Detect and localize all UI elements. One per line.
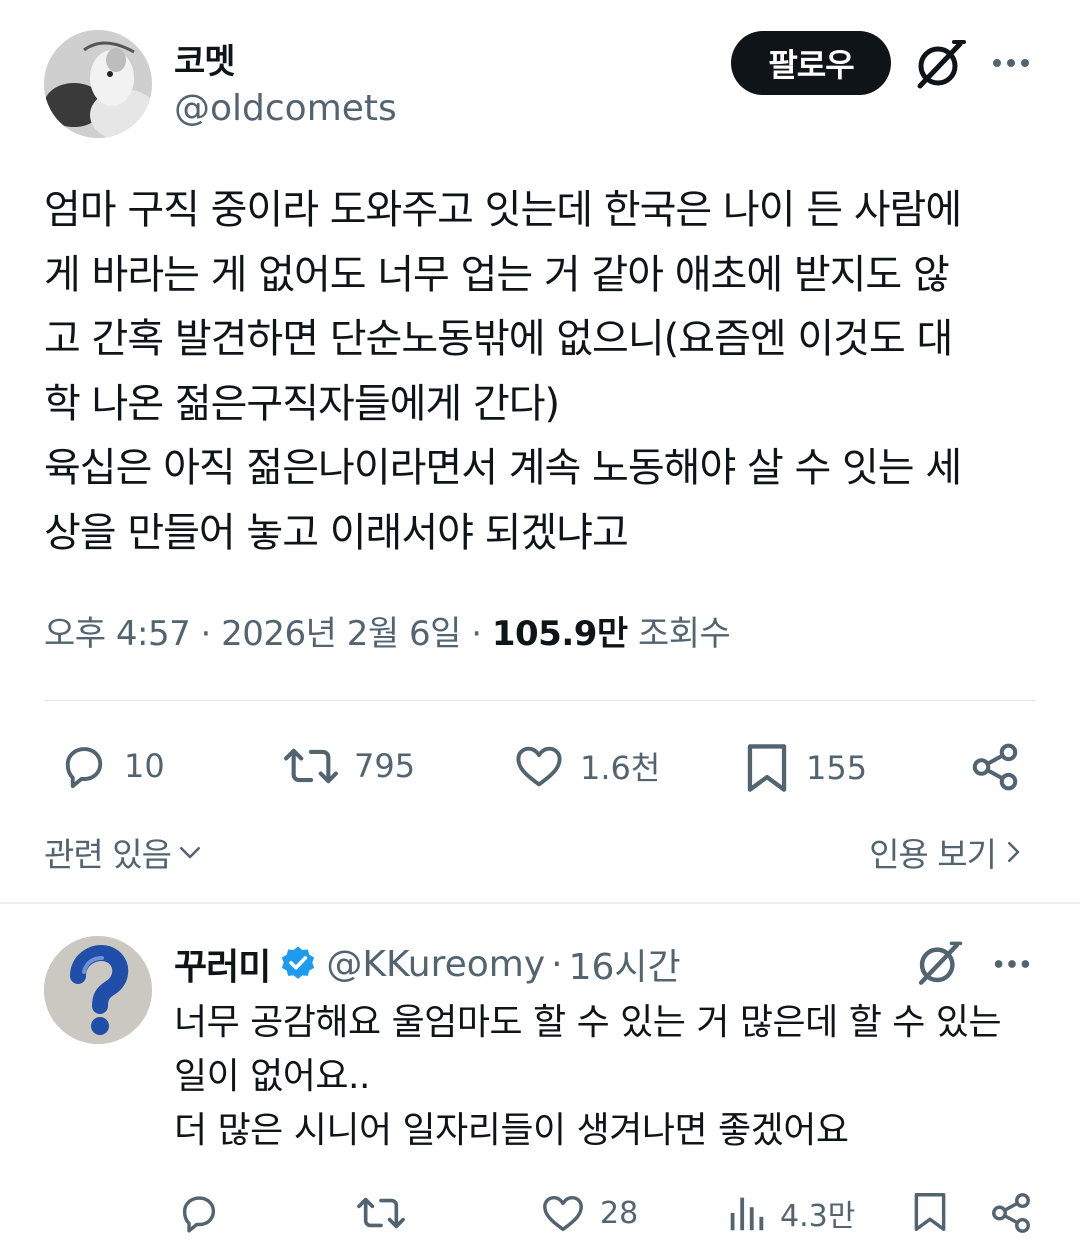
- views-label: 조회수: [637, 614, 731, 654]
- reply-separator: ·: [551, 943, 563, 985]
- more-icon[interactable]: [990, 942, 1034, 986]
- divider: [44, 700, 1036, 701]
- repost-icon: [284, 748, 338, 784]
- bookmark-count: 155: [806, 749, 868, 787]
- share-button[interactable]: [968, 740, 1022, 794]
- more-icon[interactable]: [988, 40, 1034, 86]
- author-handle[interactable]: @oldcomets: [174, 88, 397, 129]
- repost-count: 795: [354, 747, 416, 785]
- post-text-line: 고 간혹 발견하면 단순노동밖에 없으니(요즘엔 이것도 대: [44, 316, 953, 362]
- author-avatar[interactable]: [44, 30, 152, 138]
- repost-icon: [357, 1197, 405, 1229]
- chevron-down-icon: [179, 847, 200, 859]
- reply-text: 너무 공감해요 울엄마도 할 수 있는 거 많은데 할 수 있는 일이 없어요.…: [174, 996, 1034, 1158]
- related-toggle[interactable]: 관련 있음: [44, 828, 205, 876]
- reply-text-line: 더 많은 시니어 일자리들이 생겨나면 좋겠어요: [174, 1110, 849, 1151]
- reply-author-handle[interactable]: @KKureomy: [326, 944, 545, 985]
- post-text-line: 엄마 구직 중이라 도와주고 잇는데 한국은 나이 든 사람에: [44, 187, 962, 233]
- bookmark-button[interactable]: 155: [742, 740, 867, 796]
- author-name[interactable]: 코멧: [174, 34, 236, 83]
- post-text-line: 학 나온 젊은구직자들에게 간다): [44, 380, 560, 427]
- reply-like-count: 28: [600, 1195, 639, 1231]
- reply-time[interactable]: 16시간: [569, 938, 681, 990]
- views-icon: [730, 1197, 764, 1231]
- section-divider: [0, 902, 1080, 904]
- view-quotes-link[interactable]: 인용 보기: [869, 828, 1028, 876]
- reply-icon: [65, 747, 103, 789]
- reply-icon: [182, 1196, 216, 1233]
- reply-bookmark-button[interactable]: [910, 1188, 950, 1236]
- like-button[interactable]: 1.6천: [512, 740, 660, 792]
- repost-button[interactable]: 795: [282, 740, 415, 792]
- grok-icon[interactable]: [914, 938, 964, 988]
- meta-separator: ·: [200, 614, 222, 654]
- verified-badge-icon: [282, 946, 315, 979]
- reply-repost-button[interactable]: [356, 1190, 406, 1236]
- quotes-label: 인용 보기: [869, 835, 997, 874]
- reply-button[interactable]: 10: [58, 740, 165, 792]
- post-time[interactable]: 오후 4:57: [44, 614, 191, 654]
- post-meta: 오후 4:57 · 2026년 2월 6일 · 105.9만 조회수: [44, 606, 731, 655]
- reply-views-button[interactable]: 4.3만: [726, 1190, 855, 1236]
- like-icon: [543, 1195, 583, 1232]
- bookmark-icon: [914, 1193, 946, 1231]
- follow-button[interactable]: 팔로우: [731, 31, 891, 95]
- views-count: 105.9만: [491, 614, 628, 654]
- share-icon: [972, 743, 1018, 791]
- post-text-line: 육십은 아직 젊은나이라면서 계속 노동해야 살 수 잇는 세: [44, 445, 962, 491]
- related-label: 관련 있음: [44, 835, 172, 874]
- post-text: 엄마 구직 중이라 도와주고 잇는데 한국은 나이 든 사람에 게 바라는 게 …: [44, 178, 1044, 565]
- like-count: 1.6천: [580, 749, 661, 787]
- grok-icon[interactable]: [912, 36, 968, 92]
- post-text-line: 상을 만들어 놓고 이래서야 되겠냐고: [44, 509, 629, 556]
- reply-author-avatar[interactable]: [44, 936, 152, 1044]
- reply-author-name[interactable]: 꾸러미: [174, 938, 271, 990]
- reply-text-line: 일이 없어요..: [174, 1056, 370, 1097]
- reply-reply-button[interactable]: [176, 1190, 222, 1236]
- reply-text-line: 너무 공감해요 울엄마도 할 수 있는 거 많은데 할 수 있는: [174, 1002, 1002, 1043]
- reply-count: 10: [124, 747, 165, 785]
- share-icon: [992, 1193, 1030, 1233]
- reply-views-count: 4.3만: [780, 1199, 856, 1234]
- post-text-line: 게 바라는 게 없어도 너무 업는 거 같아 애초에 받지도 않: [44, 251, 950, 298]
- bookmark-icon: [747, 744, 787, 792]
- reply-header: 꾸러미 @KKureomy · 16시간: [174, 938, 681, 990]
- reply-like-button[interactable]: 28: [540, 1190, 638, 1236]
- meta-separator: ·: [471, 614, 492, 654]
- reply-share-button[interactable]: [988, 1190, 1034, 1236]
- chevron-right-icon: [1008, 842, 1020, 862]
- post-date[interactable]: 2026년 2월 6일: [221, 614, 461, 654]
- like-icon: [516, 746, 562, 787]
